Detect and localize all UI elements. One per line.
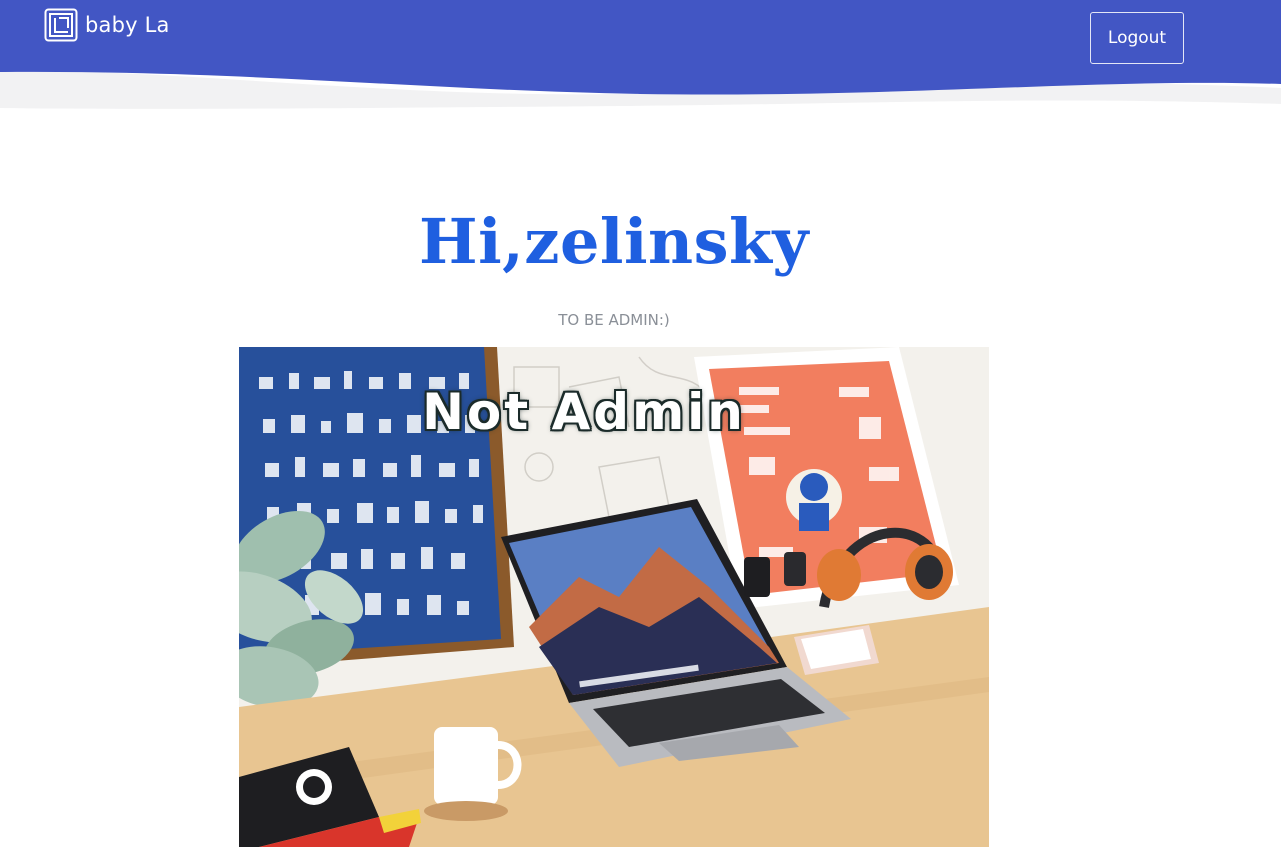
brand-name: baby La — [85, 13, 170, 37]
header-wave — [0, 60, 1281, 116]
page-subtitle: TO BE ADMIN:) — [558, 311, 670, 329]
logo-icon — [44, 8, 78, 42]
hero-caption: Not Admin — [422, 383, 746, 441]
page: baby La Logout Hi,zelinsky TO BE ADMIN:) — [0, 0, 1281, 861]
logout-button[interactable]: Logout — [1090, 12, 1184, 64]
hero-image: Not Admin — [239, 347, 989, 847]
brand-link[interactable]: baby La — [44, 8, 170, 42]
page-title: Hi,zelinsky — [419, 205, 809, 278]
